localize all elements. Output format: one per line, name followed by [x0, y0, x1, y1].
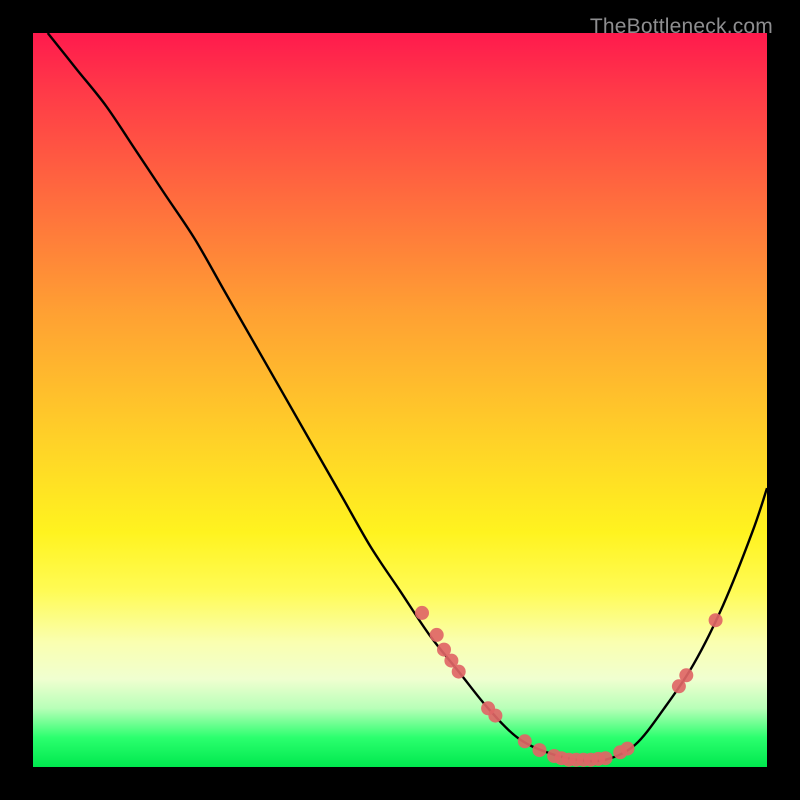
bottleneck-curve — [48, 33, 767, 761]
data-markers — [415, 606, 723, 767]
data-point — [488, 709, 502, 723]
data-point — [621, 742, 635, 756]
data-point — [415, 606, 429, 620]
chart-svg — [33, 33, 767, 767]
data-point — [430, 628, 444, 642]
data-point — [452, 665, 466, 679]
chart-frame: TheBottleneck.com — [15, 15, 785, 785]
data-point — [518, 734, 532, 748]
data-point — [533, 743, 547, 757]
data-point — [599, 751, 613, 765]
chart-plot-area — [33, 33, 767, 767]
data-point — [679, 668, 693, 682]
data-point — [709, 613, 723, 627]
